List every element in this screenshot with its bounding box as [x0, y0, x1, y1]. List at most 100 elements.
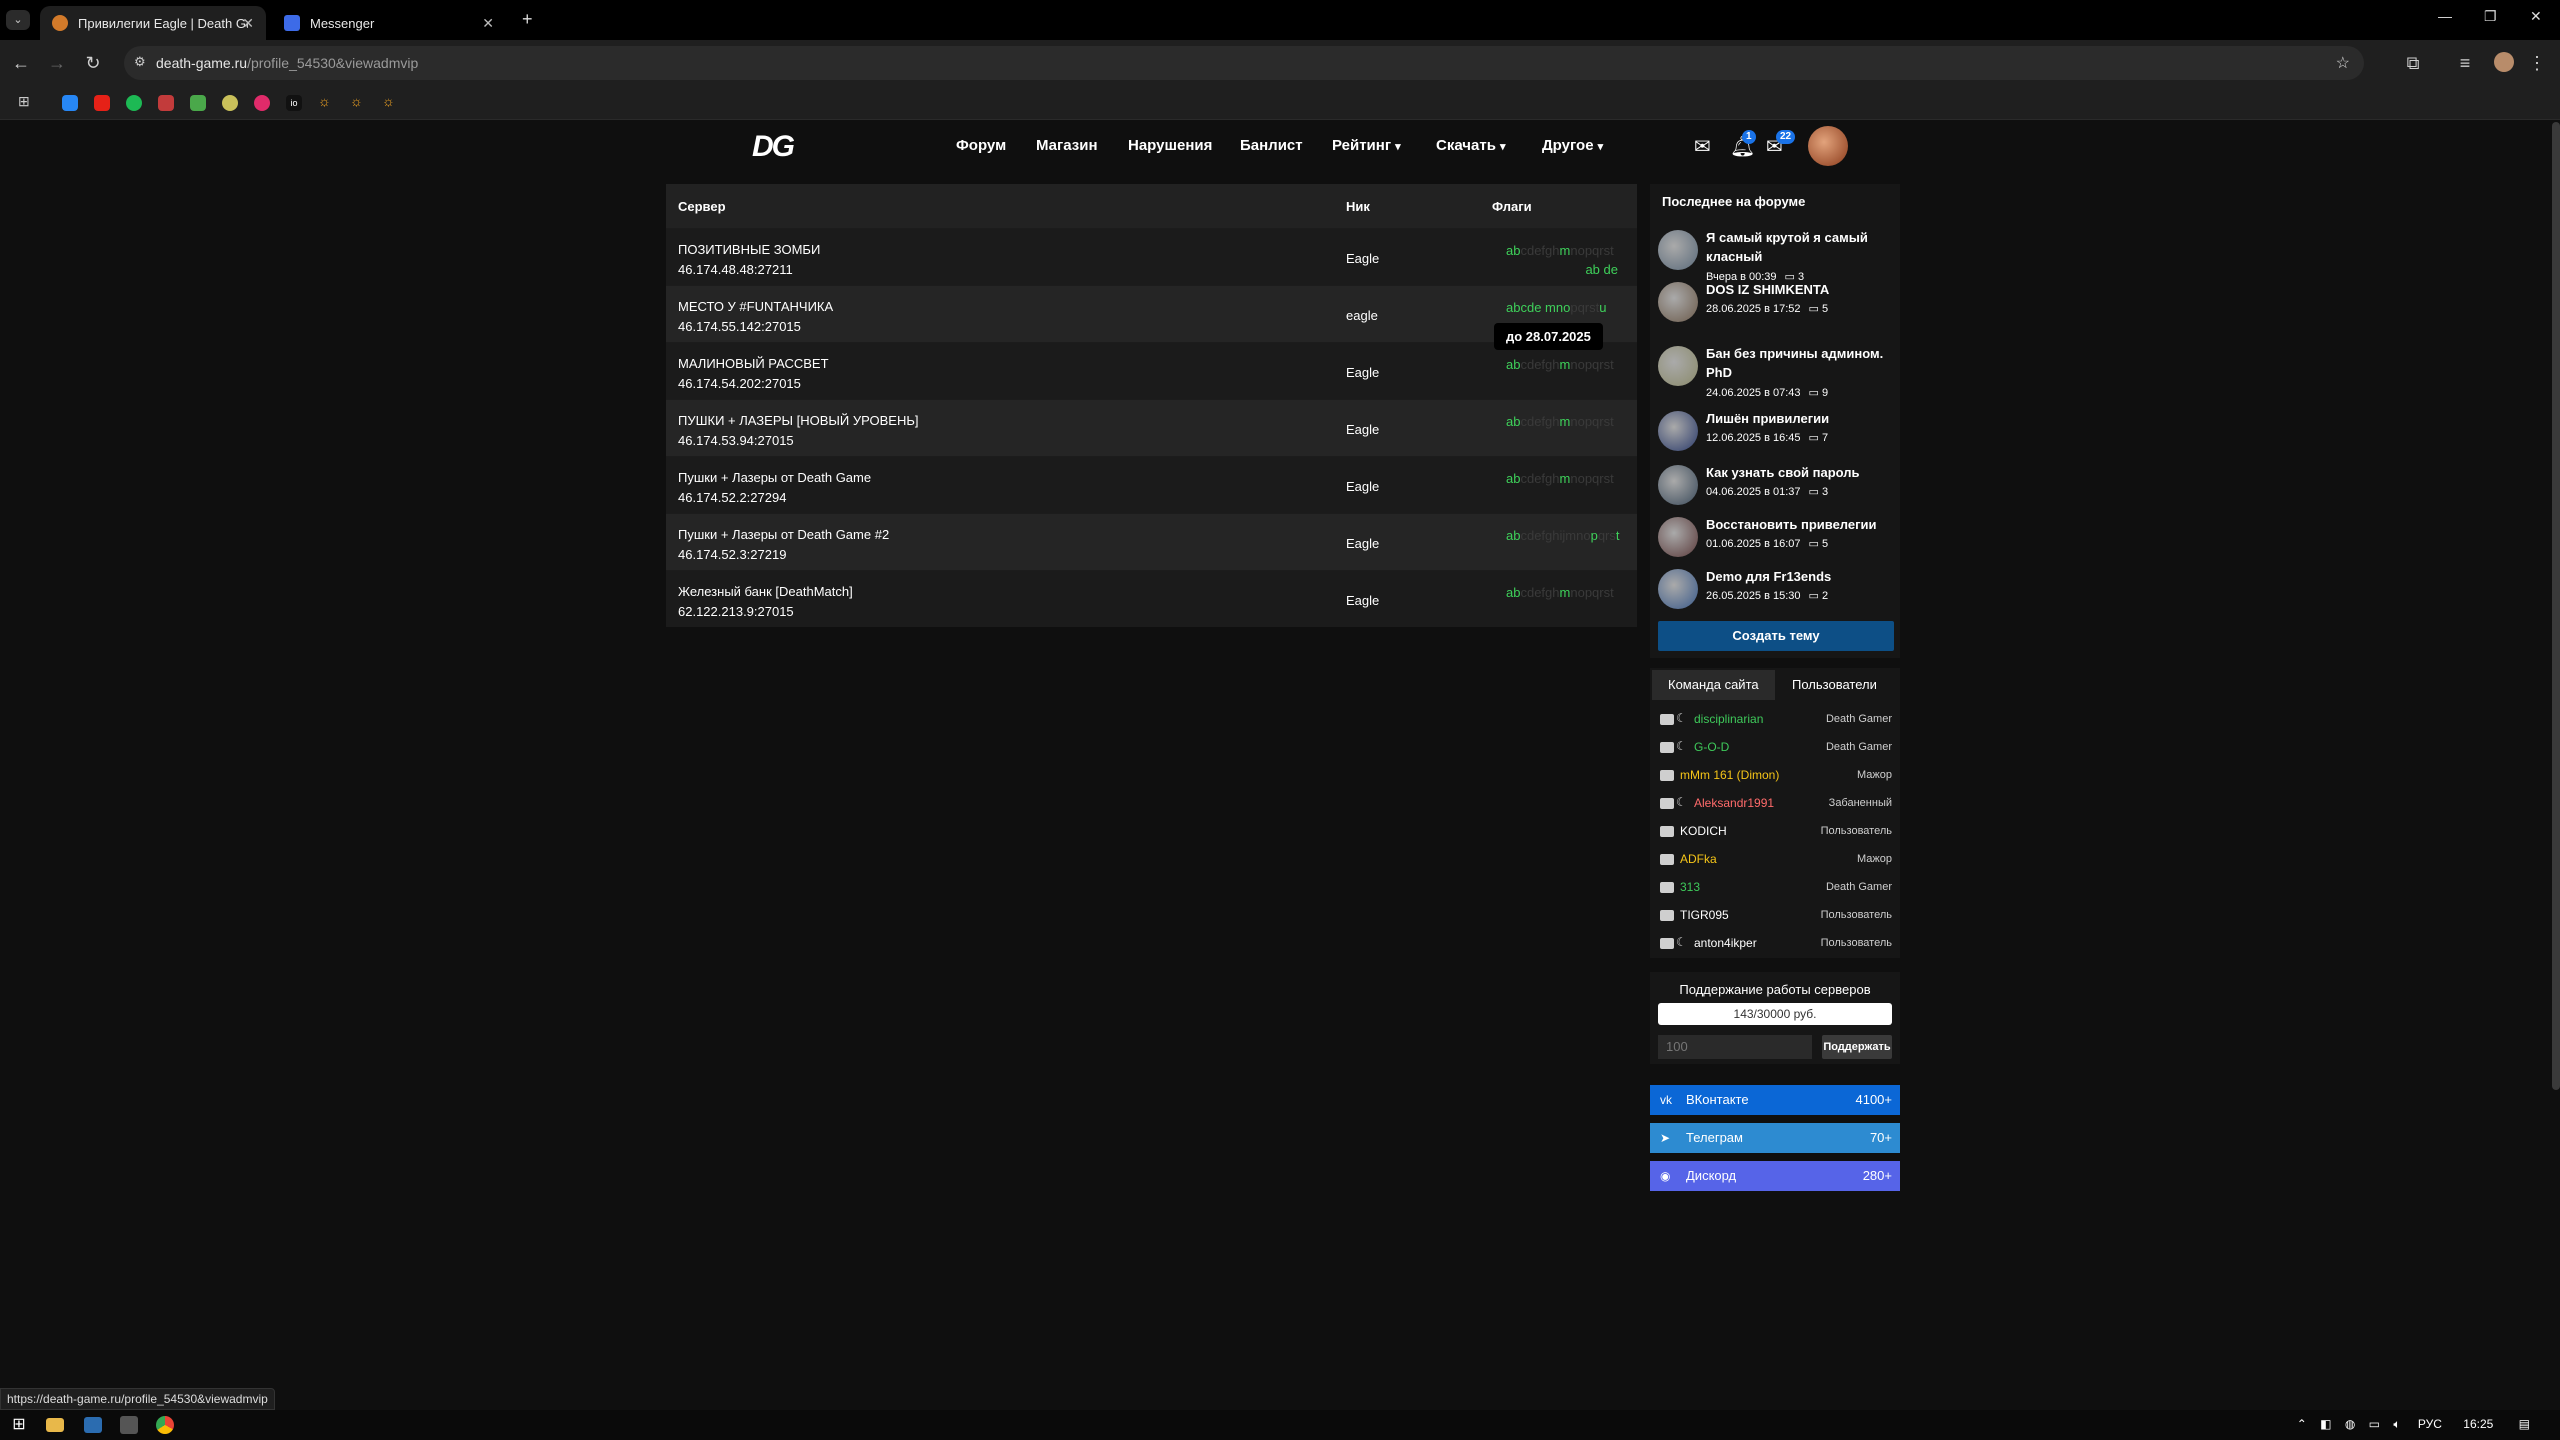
post-title[interactable]: Demo для Fr13ends	[1706, 567, 1896, 586]
nav-forum[interactable]: Форум	[956, 137, 1006, 154]
game-icon[interactable]	[120, 1416, 138, 1434]
member-name[interactable]: disciplinarian	[1694, 712, 1763, 726]
member-name[interactable]: anton4ikper	[1694, 936, 1757, 950]
extensions-icon[interactable]: ⧉	[2402, 53, 2424, 73]
user-avatar[interactable]	[1808, 126, 1848, 166]
start-icon[interactable]: ⊞	[8, 1414, 30, 1436]
site-info-icon[interactable]: ⚙	[134, 54, 146, 70]
nav-download[interactable]: Скачать ▾	[1436, 137, 1505, 154]
member-name[interactable]: mMm 161 (Dimon)	[1680, 768, 1779, 782]
nav-violations[interactable]: Нарушения	[1128, 137, 1212, 154]
avatar[interactable]	[1658, 411, 1698, 451]
profile-avatar[interactable]	[2494, 52, 2514, 72]
site-logo[interactable]: DG	[752, 132, 812, 162]
member-name[interactable]: 313	[1680, 880, 1700, 894]
sun-bookmark-icon[interactable]: ☼	[350, 93, 366, 109]
forum-post[interactable]: Demo для Fr13ends 26.05.2025 в 15:30 ▭ 2	[1658, 567, 1894, 615]
spotify-bookmark-icon[interactable]	[126, 95, 142, 111]
vk-bookmark-icon[interactable]	[62, 95, 78, 111]
donation-amount-input[interactable]	[1658, 1035, 1812, 1059]
reload-icon[interactable]: ↻	[82, 53, 104, 73]
team-member[interactable]: ADFka Мажор	[1660, 850, 1892, 872]
close-tab-icon[interactable]: ✕	[242, 15, 254, 32]
bookmark-star-icon[interactable]: ☆	[2336, 53, 2350, 73]
post-title[interactable]: Как узнать свой пароль	[1706, 463, 1896, 482]
face-bookmark-icon[interactable]	[222, 95, 238, 111]
volume-icon[interactable]: 🔈︎	[2393, 1417, 2400, 1431]
post-title[interactable]: Лишён привилегии	[1706, 409, 1896, 428]
vk-link[interactable]: vk ВКонтакте 4100+	[1650, 1085, 1900, 1115]
tab-messenger[interactable]: Messenger ✕	[272, 6, 506, 40]
team-member[interactable]: ☾ anton4ikper Пользователь	[1660, 934, 1892, 956]
member-name[interactable]: Aleksandr1991	[1694, 796, 1774, 810]
close-tab-icon[interactable]: ✕	[482, 15, 494, 32]
minimize-icon[interactable]: —	[2438, 8, 2452, 24]
flags-cell[interactable]: abcdefghmnopqrst	[1506, 471, 1626, 486]
telegram-link[interactable]: ➤ Телеграм 70+	[1650, 1123, 1900, 1153]
avatar[interactable]	[1658, 517, 1698, 557]
nav-rating[interactable]: Рейтинг ▾	[1332, 137, 1401, 154]
forum-post[interactable]: Я самый крутой я самый класный Вчера в 00…	[1658, 228, 1896, 283]
network-icon[interactable]: ▭	[2369, 1417, 2380, 1431]
tray-app-icon[interactable]: ◧	[2320, 1417, 2331, 1431]
steam-icon[interactable]: ◍	[2345, 1417, 2355, 1431]
language-indicator[interactable]: РУС	[2418, 1417, 2442, 1431]
url-field[interactable]: ⚙ death-game.ru/profile_54530&viewadmvip…	[124, 46, 2364, 80]
avatar[interactable]	[1658, 465, 1698, 505]
forum-post[interactable]: Бан без причины админом. PhD 24.06.2025 в…	[1658, 344, 1896, 399]
back-icon[interactable]: ←	[10, 53, 32, 73]
nav-other[interactable]: Другое ▾	[1542, 137, 1603, 154]
forum-post[interactable]: DOS IZ SHIMKENTA 28.06.2025 в 17:52 ▭ 5	[1658, 280, 1894, 328]
flags-cell[interactable]: abcdefghmnopqrst	[1506, 585, 1626, 600]
avatar[interactable]	[1658, 346, 1698, 386]
team-member[interactable]: TIGR095 Пользователь	[1660, 906, 1892, 928]
forum-post[interactable]: Лишён привилегии 12.06.2025 в 16:45 ▭ 7	[1658, 409, 1894, 457]
avatar[interactable]	[1658, 282, 1698, 322]
close-window-icon[interactable]: ✕	[2530, 8, 2542, 25]
restore-icon[interactable]: ❐	[2484, 8, 2497, 25]
avatar[interactable]	[1658, 569, 1698, 609]
team-member[interactable]: ☾ Aleksandr1991 Забаненный	[1660, 794, 1892, 816]
team-member[interactable]: mMm 161 (Dimon) Мажор	[1660, 766, 1892, 788]
clock[interactable]: 16:25	[2463, 1417, 2493, 1431]
flags-cell[interactable]: abcdefghmnopqrst ab de	[1506, 243, 1626, 277]
flags-cell[interactable]: abcdefghijmnopqrst	[1506, 528, 1626, 543]
menu-icon[interactable]: ⋮	[2526, 53, 2548, 73]
media-icon[interactable]: ≡	[2454, 53, 2476, 73]
tab-search-button[interactable]: ⌄	[6, 10, 30, 30]
avatar[interactable]	[1658, 230, 1698, 270]
explorer-icon[interactable]	[46, 1418, 64, 1432]
support-button[interactable]: Поддержать	[1822, 1035, 1892, 1059]
mark-read-icon[interactable]: ✉	[1694, 134, 1711, 159]
member-name[interactable]: ADFka	[1680, 852, 1717, 866]
post-title[interactable]: Я самый крутой я самый класный	[1706, 228, 1896, 266]
post-title[interactable]: Бан без причины админом. PhD	[1706, 344, 1896, 382]
sun-bookmark-icon[interactable]: ☼	[318, 93, 334, 109]
member-name[interactable]: TIGR095	[1680, 908, 1729, 922]
tab-users[interactable]: Пользователи	[1776, 670, 1893, 700]
colorful-bookmark-icon[interactable]	[190, 95, 206, 111]
forum-post[interactable]: Как узнать свой пароль 04.06.2025 в 01:37…	[1658, 463, 1894, 511]
team-member[interactable]: KODICH Пользователь	[1660, 822, 1892, 844]
shield-bookmark-icon[interactable]	[158, 95, 174, 111]
youtube-bookmark-icon[interactable]	[94, 95, 110, 111]
post-title[interactable]: DOS IZ SHIMKENTA	[1706, 280, 1896, 299]
flags-cell[interactable]: abcde mnopqrstu	[1506, 300, 1626, 315]
discord-link[interactable]: ◉ Дискорд 280+	[1650, 1161, 1900, 1191]
nav-shop[interactable]: Магазин	[1036, 137, 1098, 154]
page-scrollbar[interactable]	[2552, 122, 2560, 1090]
post-title[interactable]: Восстановить привелегии	[1706, 515, 1896, 534]
tab-site-team[interactable]: Команда сайта	[1652, 670, 1775, 700]
flags-cell[interactable]: abcdefghmnopqrst	[1506, 414, 1626, 429]
circle-bookmark-icon[interactable]	[254, 95, 270, 111]
sun-bookmark-icon[interactable]: ☼	[382, 93, 398, 109]
app-icon[interactable]	[84, 1417, 102, 1433]
io-bookmark-icon[interactable]: io	[286, 95, 302, 111]
member-name[interactable]: KODICH	[1680, 824, 1727, 838]
forward-icon[interactable]: →	[46, 53, 68, 73]
team-member[interactable]: 313 Death Gamer	[1660, 878, 1892, 900]
tab-active[interactable]: Привилегии Eagle | Death Game ✕	[40, 6, 266, 40]
tray-arrow-icon[interactable]: ⌃	[2297, 1417, 2307, 1431]
team-member[interactable]: ☾ G-O-D Death Gamer	[1660, 738, 1892, 760]
team-member[interactable]: ☾ disciplinarian Death Gamer	[1660, 710, 1892, 732]
